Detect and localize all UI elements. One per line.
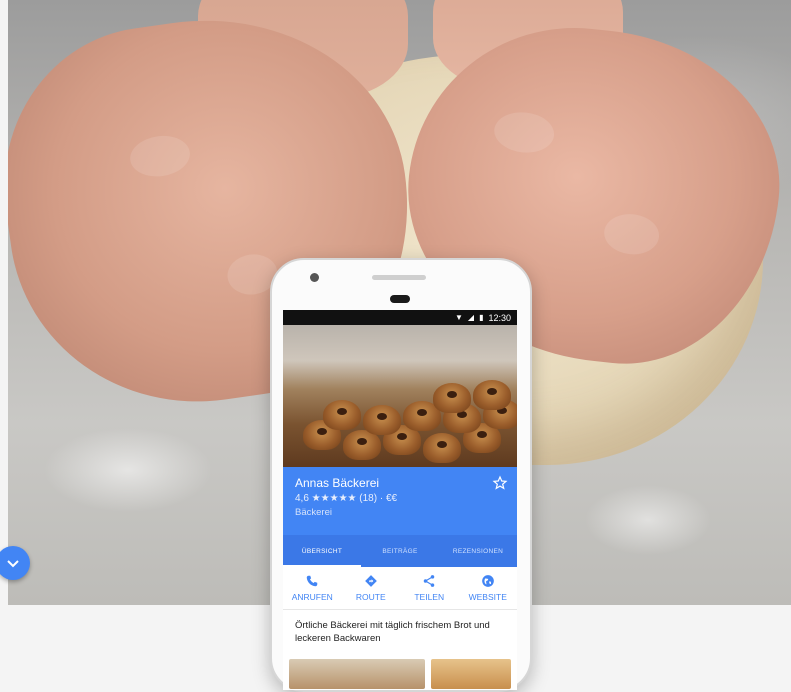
phone-earpiece bbox=[390, 295, 410, 303]
place-category: Bäckerei bbox=[295, 507, 332, 518]
share-label: TEILEN bbox=[414, 592, 445, 602]
action-row: ANRUFEN ROUTE TEILEN WEBSITE bbox=[283, 567, 517, 610]
bakery-photo bbox=[283, 325, 517, 467]
share-icon bbox=[424, 575, 435, 587]
tab-overview[interactable]: ÜBERSICHT bbox=[283, 535, 361, 567]
place-rating: 4,6 ★★★★★ (18) · €€ bbox=[295, 493, 398, 504]
phone-speaker-grille bbox=[372, 275, 426, 280]
globe-icon bbox=[481, 575, 494, 587]
photo-thumbnail[interactable] bbox=[289, 658, 425, 689]
place-name: Annas Bäckerei bbox=[295, 476, 380, 490]
website-button[interactable]: WEBSITE bbox=[459, 567, 518, 609]
tab-reviews[interactable]: REZENSIONEN bbox=[439, 535, 517, 567]
place-tabs: ÜBERSICHT BEITRÄGE REZENSIONEN bbox=[283, 535, 517, 567]
photo-thumbnails bbox=[283, 658, 517, 689]
phone-mockup: ▼ ◢ ▮ 12:30 Annas Bäckerei 4,6 ★★★★★ (18… bbox=[270, 258, 532, 692]
photo-thumbnail[interactable] bbox=[431, 658, 511, 689]
status-time: 12:30 bbox=[488, 312, 511, 323]
signal-icon: ◢ bbox=[467, 313, 475, 322]
place-info-card: Annas Bäckerei 4,6 ★★★★★ (18) · €€ Bäcke… bbox=[283, 467, 517, 535]
chevron-down-icon bbox=[7, 560, 19, 568]
route-label: ROUTE bbox=[355, 592, 386, 602]
wifi-icon: ▼ bbox=[454, 313, 463, 322]
tab-posts[interactable]: BEITRÄGE bbox=[361, 535, 439, 567]
battery-icon: ▮ bbox=[479, 313, 484, 322]
call-button[interactable]: ANRUFEN bbox=[283, 567, 342, 609]
place-description: Örtliche Bäckerei mit täglich frischem B… bbox=[295, 620, 490, 645]
star-outline-icon[interactable] bbox=[492, 475, 508, 491]
directions-icon bbox=[364, 575, 377, 587]
call-label: ANRUFEN bbox=[291, 592, 333, 602]
website-label: WEBSITE bbox=[468, 592, 507, 602]
phone-icon bbox=[307, 575, 318, 587]
route-button[interactable]: ROUTE bbox=[342, 567, 401, 609]
share-button[interactable]: TEILEN bbox=[400, 567, 459, 609]
phone-camera bbox=[310, 273, 319, 282]
phone-screen: ▼ ◢ ▮ 12:30 Annas Bäckerei 4,6 ★★★★★ (18… bbox=[283, 310, 517, 690]
status-bar: ▼ ◢ ▮ 12:30 bbox=[283, 310, 517, 325]
